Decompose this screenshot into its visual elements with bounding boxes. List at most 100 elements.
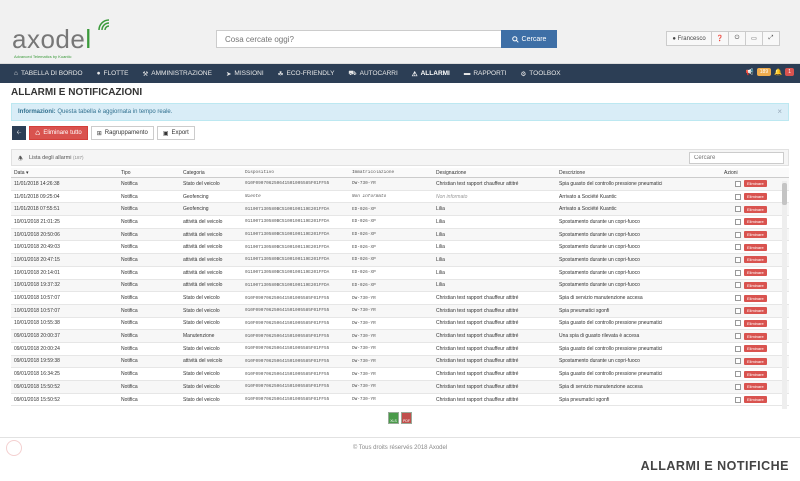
axodel-logo[interactable]: axodel Advanced Telematics by Kuantic xyxy=(12,19,110,59)
delete-button[interactable]: Eliminare xyxy=(744,307,767,315)
nav-item-amministrazione[interactable]: ⚒ AMMINISTRAZIONE xyxy=(142,70,212,78)
nav-item-tabella-di-bordo[interactable]: ⌂ TABELLA DI BORDO xyxy=(14,70,83,77)
row-actions: Eliminare xyxy=(721,243,789,251)
sort-desc-icon[interactable]: ▾ xyxy=(25,170,29,176)
column-header[interactable]: Dispositivo xyxy=(242,170,349,175)
table-scrollbar[interactable] xyxy=(782,181,787,409)
table-cell: Notifica xyxy=(121,256,138,263)
column-header[interactable]: Tipo xyxy=(118,170,180,176)
bell-icon: 🕭 xyxy=(18,156,23,162)
nav-item-flotte[interactable]: ● FLOTTE xyxy=(97,70,129,77)
delete-button[interactable]: Eliminare xyxy=(744,205,767,213)
table-cell: 10/01/2018 19:37:32 xyxy=(14,282,60,289)
row-checkbox[interactable] xyxy=(735,383,741,390)
column-header[interactable]: Designazione xyxy=(433,170,556,176)
delete-button[interactable]: Eliminare xyxy=(744,243,767,251)
delete-button[interactable]: Eliminare xyxy=(744,180,767,188)
list-title: 🕭 Lista degli allarmi (187) xyxy=(18,155,83,164)
delete-button[interactable]: Eliminare xyxy=(744,256,767,264)
xls-export-icon[interactable]: XLS xyxy=(388,412,399,424)
delete-button[interactable]: Eliminare xyxy=(744,383,767,391)
bell-icon[interactable]: 🔔 xyxy=(774,68,782,76)
close-icon[interactable]: × xyxy=(777,107,782,116)
row-checkbox[interactable] xyxy=(735,282,741,289)
table-cell: Stato del veicolo xyxy=(183,371,220,378)
row-checkbox[interactable] xyxy=(735,206,741,213)
column-header[interactable]: Descrizione xyxy=(556,170,721,176)
row-checkbox[interactable] xyxy=(735,244,741,251)
user-menu[interactable]: ● Francesco xyxy=(666,31,712,46)
table-cell: 010F090706250641501005585F01FF55 xyxy=(245,358,330,364)
table-cell: Notifica xyxy=(121,180,138,187)
delete-button[interactable]: Eliminare xyxy=(744,269,767,277)
column-header[interactable]: Immatricolazione xyxy=(349,170,433,175)
row-checkbox[interactable] xyxy=(735,193,741,200)
row-checkbox[interactable] xyxy=(735,333,741,340)
table-cell: 10/01/2018 20:49:03 xyxy=(14,244,60,251)
back-button[interactable]: 🡠 xyxy=(12,126,26,140)
delete-button[interactable]: Eliminare xyxy=(744,332,767,340)
row-checkbox[interactable] xyxy=(735,396,741,403)
row-checkbox[interactable] xyxy=(735,320,741,327)
row-checkbox[interactable] xyxy=(735,307,741,314)
fullscreen-button[interactable]: ⤢ xyxy=(762,31,780,46)
delete-button[interactable]: Eliminare xyxy=(744,294,767,302)
delete-button[interactable]: Eliminare xyxy=(744,281,767,289)
table-cell: 09/01/2018 15:50:52 xyxy=(14,383,60,390)
row-checkbox[interactable] xyxy=(735,218,741,225)
table-cell: Stato del veicolo xyxy=(183,295,220,302)
table-cell: Notifica xyxy=(121,320,138,327)
table-search-input[interactable] xyxy=(689,152,784,164)
delete-button[interactable]: Eliminare xyxy=(744,357,767,365)
table-cell: DW-730-YR xyxy=(352,384,376,390)
group-button[interactable]: ⊞ Ragruppamento xyxy=(90,126,154,140)
column-header[interactable]: Azioni xyxy=(721,170,789,176)
row-checkbox[interactable] xyxy=(735,345,741,352)
footer-divider xyxy=(0,437,800,438)
nav-item-autocarri[interactable]: ⛟ AUTOCARRI xyxy=(348,69,397,78)
power-button[interactable]: ⏻ xyxy=(728,31,746,46)
search-input[interactable] xyxy=(216,30,501,48)
megaphone-icon[interactable]: 📢 xyxy=(746,68,754,76)
help-button[interactable]: ❓ xyxy=(711,31,729,46)
table-cell: Stato del veicolo xyxy=(183,383,220,390)
row-checkbox[interactable] xyxy=(735,269,741,276)
delete-all-button[interactable]: ♺ Eliminare tutto xyxy=(29,126,88,140)
delete-button[interactable]: Eliminare xyxy=(744,218,767,226)
row-checkbox[interactable] xyxy=(735,231,741,238)
delete-button[interactable]: Eliminare xyxy=(744,231,767,239)
row-checkbox[interactable] xyxy=(735,180,741,187)
table-cell: 010F090706250641501005585F01FF55 xyxy=(245,308,330,314)
main-nav: ⌂ TABELLA DI BORDO ● FLOTTE ⚒ AMMINISTRAZIONE… xyxy=(0,64,800,83)
row-checkbox[interactable] xyxy=(735,295,741,302)
wrench-icon: ⚒ xyxy=(142,70,149,78)
delete-button[interactable]: Eliminare xyxy=(744,193,767,201)
table-cell: 09/01/2018 16:34:25 xyxy=(14,371,60,378)
search-button[interactable]: Cercare xyxy=(501,30,557,48)
delete-button[interactable]: Eliminare xyxy=(744,370,767,378)
nav-item-toolbox[interactable]: ⚙ TOOLBOX xyxy=(520,70,560,78)
row-checkbox[interactable] xyxy=(735,371,741,378)
footer-copyright: © Tous droits réservés 2018 Axodel xyxy=(352,445,448,451)
delete-button[interactable]: Eliminare xyxy=(744,345,767,353)
pdf-export-icon[interactable]: PDF xyxy=(401,412,412,424)
nav-item-allarmi[interactable]: ⚠ ALLARMI xyxy=(412,70,450,78)
column-header[interactable]: Categoria xyxy=(180,170,242,176)
export-button[interactable]: ▣ Export xyxy=(156,126,195,140)
notification-badge[interactable]: 189 xyxy=(756,68,772,76)
table-cell: Christian test rapport chauffeur attitré xyxy=(436,358,519,365)
delete-button[interactable]: Eliminare xyxy=(744,319,767,327)
nav-item-eco-friendly[interactable]: ☘ ECO-FRIENDLY xyxy=(278,70,335,78)
scrollbar-thumb[interactable] xyxy=(782,183,787,205)
row-checkbox[interactable] xyxy=(735,358,741,365)
alert-badge[interactable]: 1 xyxy=(785,68,794,76)
user-name: Francesco xyxy=(677,35,706,42)
nav-item-missioni[interactable]: ➤ MISSIONI xyxy=(226,70,264,78)
row-checkbox[interactable] xyxy=(735,256,741,263)
table-cell: attività del veicolo xyxy=(183,231,223,238)
screen-button[interactable]: ▭ xyxy=(745,31,763,46)
delete-button[interactable]: Eliminare xyxy=(744,396,767,404)
column-header[interactable]: Data ▾ xyxy=(11,170,118,176)
table-row: 11/01/2018 14:26:38 Notifica Stato del vei… xyxy=(11,178,789,191)
nav-item-rapporti[interactable]: ▬ RAPPORTI xyxy=(464,70,507,77)
